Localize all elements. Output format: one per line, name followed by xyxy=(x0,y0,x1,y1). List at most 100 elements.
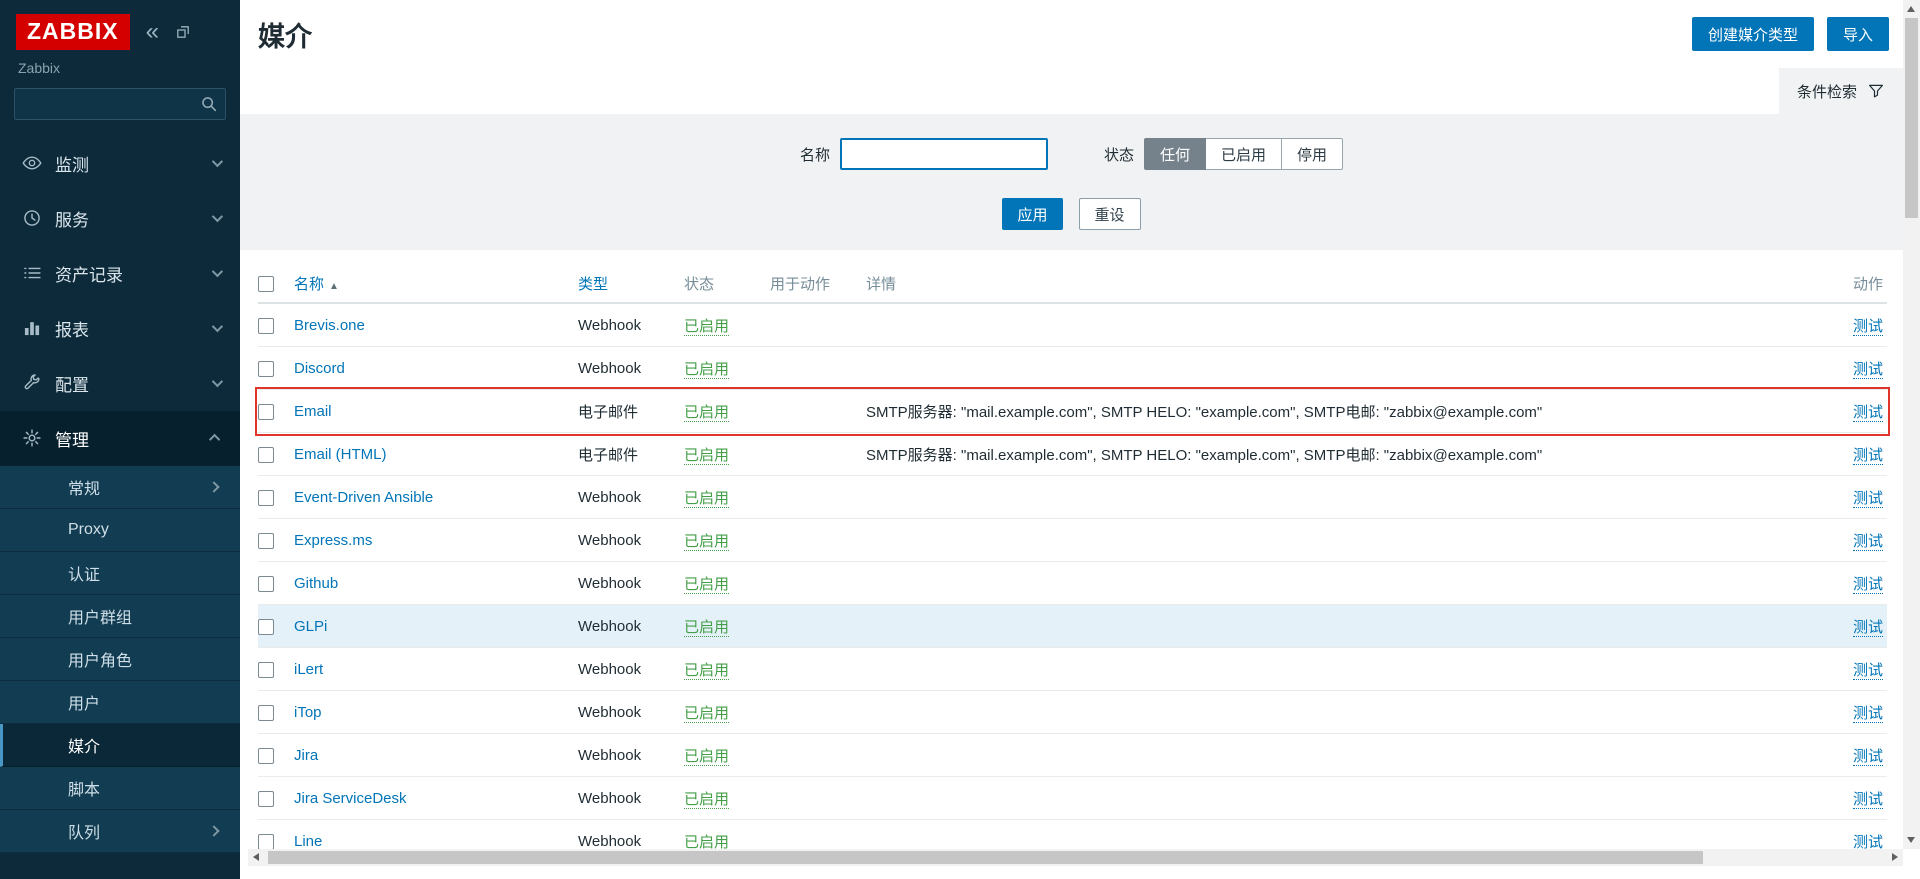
status-enabled-link[interactable]: 已启用 xyxy=(684,361,729,379)
status-option-2[interactable]: 停用 xyxy=(1282,138,1343,170)
media-type-name-link[interactable]: GLPi xyxy=(294,618,327,635)
status-enabled-link[interactable]: 已启用 xyxy=(684,791,729,809)
sidebar-subitem-label: Proxy xyxy=(68,521,218,539)
test-link[interactable]: 测试 xyxy=(1853,619,1883,637)
collapse-sidebar-icon[interactable]: « xyxy=(146,20,159,44)
row-checkbox[interactable] xyxy=(258,576,274,592)
table-row: Express.msWebhook已启用测试 xyxy=(258,519,1887,562)
sidebar-subitem-scripts[interactable]: 脚本 xyxy=(0,767,240,810)
row-checkbox[interactable] xyxy=(258,662,274,678)
test-link[interactable]: 测试 xyxy=(1853,662,1883,680)
row-checkbox[interactable] xyxy=(258,318,274,334)
sidebar-subitem-authentication[interactable]: 认证 xyxy=(0,552,240,595)
row-checkbox[interactable] xyxy=(258,404,274,420)
media-type-type: Webhook xyxy=(578,704,684,721)
filter-buttons: 应用 重设 xyxy=(240,198,1903,230)
media-type-name-link[interactable]: Event-Driven Ansible xyxy=(294,489,433,506)
create-media-type-button[interactable]: 创建媒介类型 xyxy=(1692,17,1814,51)
horizontal-scrollbar[interactable] xyxy=(248,849,1903,866)
row-checkbox[interactable] xyxy=(258,361,274,377)
status-enabled-link[interactable]: 已启用 xyxy=(684,705,729,723)
test-link[interactable]: 测试 xyxy=(1853,361,1883,379)
row-checkbox[interactable] xyxy=(258,705,274,721)
test-link[interactable]: 测试 xyxy=(1853,791,1883,809)
row-checkbox[interactable] xyxy=(258,619,274,635)
test-link[interactable]: 测试 xyxy=(1853,705,1883,723)
sidebar-subitem-user-groups[interactable]: 用户群组 xyxy=(0,595,240,638)
media-type-name-link[interactable]: Discord xyxy=(294,360,345,377)
scroll-left-icon[interactable] xyxy=(253,853,259,861)
search-icon[interactable] xyxy=(200,95,218,118)
sidebar-item-inventory[interactable]: 资产记录 xyxy=(0,246,240,301)
test-link[interactable]: 测试 xyxy=(1853,748,1883,766)
row-checkbox[interactable] xyxy=(258,490,274,506)
test-link[interactable]: 测试 xyxy=(1853,533,1883,551)
filter-fields: 名称 状态 任何已启用停用 xyxy=(240,138,1903,170)
test-link[interactable]: 测试 xyxy=(1853,576,1883,594)
row-checkbox[interactable] xyxy=(258,834,274,849)
media-type-name-link[interactable]: iLert xyxy=(294,661,323,678)
status-enabled-link[interactable]: 已启用 xyxy=(684,490,729,508)
status-option-0[interactable]: 任何 xyxy=(1144,138,1206,170)
media-type-type: Webhook xyxy=(578,790,684,807)
sidebar-item-monitoring[interactable]: 监测 xyxy=(0,136,240,191)
column-header-type[interactable]: 类型 xyxy=(578,276,608,293)
status-enabled-link[interactable]: 已启用 xyxy=(684,748,729,766)
media-type-name-link[interactable]: Github xyxy=(294,575,338,592)
vertical-scroll-thumb[interactable] xyxy=(1905,18,1918,218)
status-enabled-link[interactable]: 已启用 xyxy=(684,318,729,336)
filter-tab[interactable]: 条件检索 xyxy=(1779,68,1903,114)
sidebar-subitem-user-roles[interactable]: 用户角色 xyxy=(0,638,240,681)
media-type-name-link[interactable]: Express.ms xyxy=(294,532,372,549)
apply-button[interactable]: 应用 xyxy=(1002,198,1062,230)
status-enabled-link[interactable]: 已启用 xyxy=(684,447,729,465)
test-link[interactable]: 测试 xyxy=(1853,447,1883,465)
sidebar-item-reports[interactable]: 报表 xyxy=(0,301,240,356)
sidebar-item-configuration[interactable]: 配置 xyxy=(0,356,240,411)
status-enabled-link[interactable]: 已启用 xyxy=(684,576,729,594)
horizontal-scroll-thumb[interactable] xyxy=(268,851,1703,864)
search-input[interactable] xyxy=(14,88,226,120)
row-checkbox[interactable] xyxy=(258,748,274,764)
scroll-up-icon[interactable] xyxy=(1907,6,1915,12)
media-type-name-link[interactable]: Line xyxy=(294,833,322,850)
scroll-down-icon[interactable] xyxy=(1907,837,1915,843)
row-checkbox[interactable] xyxy=(258,791,274,807)
test-link[interactable]: 测试 xyxy=(1853,318,1883,336)
media-type-name-link[interactable]: Email (HTML) xyxy=(294,446,387,463)
vertical-scrollbar[interactable] xyxy=(1903,0,1920,849)
sidebar-subitem-label: 用户群组 xyxy=(68,604,218,628)
sidebar-subitem-proxy[interactable]: Proxy xyxy=(0,509,240,552)
zabbix-logo[interactable]: ZABBIX xyxy=(16,14,130,50)
select-all-checkbox[interactable] xyxy=(258,276,274,292)
media-type-name-link[interactable]: Jira ServiceDesk xyxy=(294,790,407,807)
column-header-status: 状态 xyxy=(684,273,770,294)
sidebar-subitem-queue[interactable]: 队列 xyxy=(0,810,240,853)
media-type-name-link[interactable]: Brevis.one xyxy=(294,317,365,334)
status-enabled-link[interactable]: 已启用 xyxy=(684,662,729,680)
import-button[interactable]: 导入 xyxy=(1827,17,1889,51)
media-type-name-link[interactable]: Jira xyxy=(294,747,318,764)
media-type-name-link[interactable]: iTop xyxy=(294,704,322,721)
row-checkbox[interactable] xyxy=(258,533,274,549)
status-enabled-link[interactable]: 已启用 xyxy=(684,619,729,637)
status-enabled-link[interactable]: 已启用 xyxy=(684,533,729,551)
reset-button[interactable]: 重设 xyxy=(1079,198,1141,230)
row-checkbox[interactable] xyxy=(258,447,274,463)
popout-sidebar-icon[interactable] xyxy=(175,24,191,40)
sidebar-item-services[interactable]: 服务 xyxy=(0,191,240,246)
column-header-name[interactable]: 名称▲ xyxy=(294,276,339,293)
test-link[interactable]: 测试 xyxy=(1853,834,1883,850)
sidebar-item-administration[interactable]: 管理 xyxy=(0,411,240,466)
test-link[interactable]: 测试 xyxy=(1853,490,1883,508)
status-enabled-link[interactable]: 已启用 xyxy=(684,834,729,850)
media-type-name-link[interactable]: Email xyxy=(294,403,332,420)
filter-name-input[interactable] xyxy=(840,138,1048,170)
scroll-right-icon[interactable] xyxy=(1892,853,1898,861)
sidebar-subitem-users[interactable]: 用户 xyxy=(0,681,240,724)
test-link[interactable]: 测试 xyxy=(1853,404,1883,422)
sidebar-subitem-general[interactable]: 常规 xyxy=(0,466,240,509)
sidebar-subitem-media-types[interactable]: 媒介 xyxy=(0,724,240,767)
status-enabled-link[interactable]: 已启用 xyxy=(684,404,729,422)
status-option-1[interactable]: 已启用 xyxy=(1206,138,1282,170)
